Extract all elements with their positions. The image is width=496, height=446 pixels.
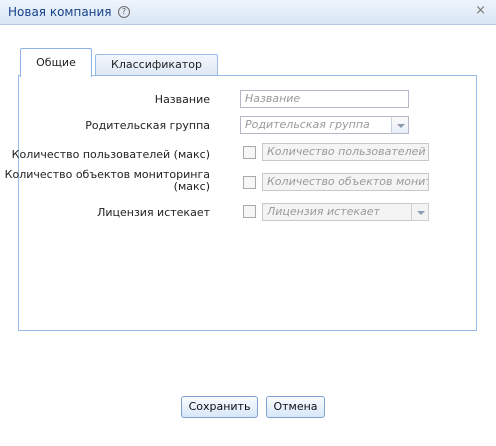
dialog-title: Новая компания (8, 5, 112, 19)
name-label: Название (154, 93, 210, 106)
tab-panel-general: Название Название Родительская группа Ро… (5, 75, 477, 331)
dialog-titlebar[interactable]: Новая компания ? × (0, 0, 496, 25)
objects-max-checkbox[interactable] (243, 176, 256, 189)
users-max-checkbox[interactable] (243, 146, 256, 159)
chevron-down-icon[interactable] (411, 203, 429, 221)
close-icon[interactable]: × (475, 3, 486, 18)
tab-general[interactable]: Общие (20, 48, 92, 77)
parent-group-label: Родительская группа (85, 119, 210, 132)
save-button[interactable]: Сохранить (181, 396, 258, 418)
users-max-field[interactable]: Количество пользователей ( (262, 143, 429, 161)
objects-max-label: Количество объектов мониторинга (макс) (5, 169, 210, 193)
cancel-button[interactable]: Отмена (266, 396, 325, 418)
parent-group-combo[interactable]: Родительская группа (240, 116, 392, 134)
tab-classifier[interactable]: Классификатор (95, 54, 218, 75)
users-max-label: Количество пользователей (макс) (11, 148, 210, 161)
license-expires-label: Лицензия истекает (97, 206, 210, 219)
license-expires-checkbox[interactable] (243, 205, 256, 218)
license-expires-field[interactable]: Лицензия истекает (262, 203, 412, 221)
objects-max-field[interactable]: Количество объектов монито (262, 173, 429, 191)
chevron-down-icon[interactable] (391, 116, 409, 134)
name-input[interactable]: Название (240, 90, 409, 108)
objects-max-label-line2: (макс) (173, 180, 210, 193)
help-icon[interactable]: ? (118, 6, 130, 18)
new-company-dialog: Новая компания ? × Общие Классификатор Н… (0, 0, 496, 446)
